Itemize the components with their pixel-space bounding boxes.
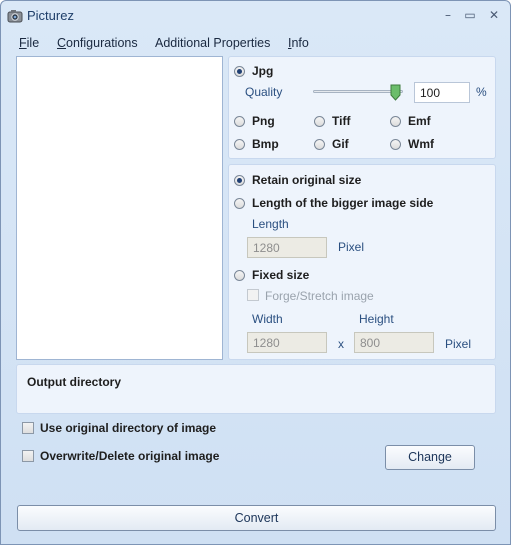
- tiff-label: Tiff: [332, 114, 351, 128]
- retain-size-radio[interactable]: [234, 175, 245, 186]
- menu-additional-properties[interactable]: Additional Properties: [155, 36, 270, 50]
- close-button[interactable]: ✕: [483, 6, 505, 24]
- bmp-radio[interactable]: [234, 139, 245, 150]
- output-panel: [16, 364, 496, 414]
- quality-label: Quality: [245, 85, 283, 99]
- menu-configurations[interactable]: Configurations: [57, 36, 138, 50]
- wmf-label: Wmf: [408, 137, 434, 151]
- size-pixel-label: Pixel: [445, 337, 472, 351]
- jpg-label: Jpg: [252, 64, 274, 78]
- png-radio[interactable]: [234, 116, 245, 127]
- fixed-size-radio[interactable]: [234, 270, 245, 281]
- menu-file-accel: F: [19, 36, 27, 50]
- times-label: x: [338, 337, 344, 351]
- png-label: Png: [252, 114, 275, 128]
- menu-configurations-label: onfigurations: [66, 36, 138, 50]
- maximize-button[interactable]: ▭: [459, 6, 481, 24]
- menu-configurations-accel: C: [57, 36, 67, 50]
- quality-input[interactable]: 100: [414, 82, 470, 103]
- gif-radio[interactable]: [314, 139, 325, 150]
- app-window: Picturez – ▭ ✕ File Configurations Addit…: [0, 0, 511, 545]
- image-preview: [16, 56, 223, 360]
- forge-stretch-label: Forge/Stretch image: [265, 289, 374, 303]
- bmp-label: Bmp: [252, 137, 279, 151]
- menu-file-label: ile: [26, 36, 40, 50]
- window-title: Picturez: [27, 8, 74, 23]
- forge-stretch-checkbox[interactable]: [247, 289, 259, 301]
- length-label: Length: [252, 217, 289, 231]
- quality-slider-thumb[interactable]: [390, 84, 401, 101]
- size-panel: [228, 164, 496, 360]
- camera-icon: [7, 10, 23, 23]
- jpg-radio[interactable]: [234, 66, 245, 77]
- length-pixel-label: Pixel: [338, 240, 365, 254]
- emf-radio[interactable]: [390, 116, 401, 127]
- overwrite-checkbox[interactable]: [22, 450, 34, 462]
- menu-bar: File Configurations Additional Propertie…: [1, 34, 510, 54]
- menu-info-label: nfo: [291, 36, 309, 50]
- retain-size-label: Retain original size: [252, 173, 362, 187]
- tiff-radio[interactable]: [314, 116, 325, 127]
- menu-info[interactable]: Info: [288, 36, 309, 50]
- gif-label: Gif: [332, 137, 349, 151]
- emf-label: Emf: [408, 114, 431, 128]
- width-input[interactable]: 1280: [247, 332, 327, 353]
- use-original-dir-label: Use original directory of image: [40, 421, 217, 435]
- width-label: Width: [252, 312, 283, 326]
- height-input[interactable]: 800: [354, 332, 434, 353]
- length-input[interactable]: 1280: [247, 237, 327, 258]
- bigger-side-radio[interactable]: [234, 198, 245, 209]
- percent-label: %: [476, 85, 487, 99]
- output-directory-title: Output directory: [27, 375, 122, 389]
- convert-button[interactable]: Convert: [17, 505, 496, 531]
- fixed-size-label: Fixed size: [252, 268, 310, 282]
- wmf-radio[interactable]: [390, 139, 401, 150]
- minimize-button[interactable]: –: [437, 6, 459, 24]
- overwrite-label: Overwrite/Delete original image: [40, 449, 220, 463]
- title-bar[interactable]: Picturez – ▭ ✕: [1, 1, 510, 31]
- change-button[interactable]: Change: [385, 445, 475, 470]
- menu-file[interactable]: File: [19, 36, 39, 50]
- height-label: Height: [359, 312, 394, 326]
- use-original-dir-checkbox[interactable]: [22, 422, 34, 434]
- bigger-side-label: Length of the bigger image side: [252, 196, 434, 210]
